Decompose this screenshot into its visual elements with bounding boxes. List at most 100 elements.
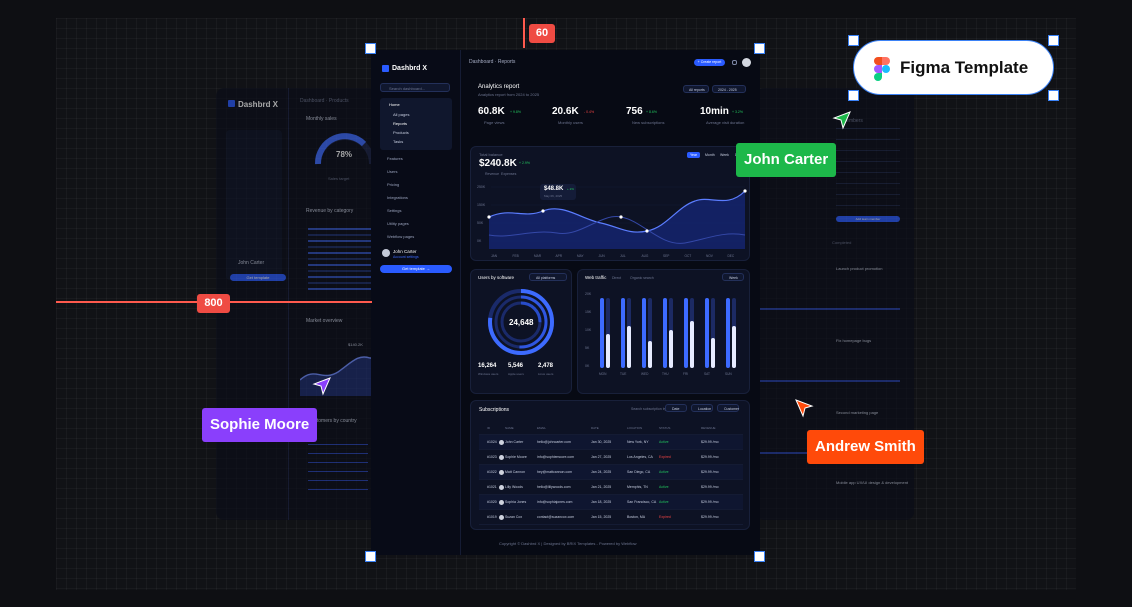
traffic-column[interactable] [600,292,611,368]
table-cell: $29.99 /mo [701,485,719,489]
traffic-legend-direct: Direct [612,276,622,280]
traffic-y-tick: 15K [585,310,592,314]
traffic-y-tick: 20K [585,292,592,296]
vertical-measure-tag: 60 [529,24,555,43]
pill-handle-bl[interactable] [848,90,859,101]
selection-handle-tr[interactable] [754,43,765,54]
john-cursor-icon [832,111,851,130]
subscription-filter-1[interactable]: Location [691,404,713,412]
left-get-template-button[interactable]: Get template [230,274,286,281]
sidebar-sub-reports[interactable]: Reports [393,121,407,126]
traffic-day-label: MON [599,372,607,376]
table-cell: $29.99 /mo [701,470,719,474]
traffic-bar-organic-fill [711,337,715,368]
filter-date-dropdown[interactable]: 2024 - 2025 [712,85,746,93]
software-filter-dropdown[interactable]: All platforms [529,273,567,281]
create-report-button[interactable]: + Create report [694,59,725,66]
traffic-column[interactable] [642,292,653,368]
tooltip-delta: + 2% [567,187,574,191]
sidebar-sub-all-pages[interactable]: All pages [393,112,409,117]
table-cell[interactable]: hello@lillywoods.com [537,485,571,489]
month-label: FEB [513,254,519,258]
subscription-filter-2[interactable]: Customer [717,404,739,412]
sidebar-item-integrations[interactable]: Integrations [387,195,408,200]
table-cell: Lilly Woods [505,485,523,489]
sidebar-item-settings[interactable]: Settings [387,208,401,213]
subscriptions-card: Subscriptions Search subscription by Dat… [470,400,750,530]
sidebar-item-users[interactable]: Users [387,169,397,174]
header-avatar[interactable] [742,58,751,67]
sidebar-search-input[interactable]: Search dashboard... [380,83,450,92]
table-cell[interactable]: info@sophiemoore.com [537,455,574,459]
left-revenue-bars [308,228,378,292]
table-cell[interactable]: contact@suzancox.com [537,515,574,519]
right-add-member-button[interactable]: Add team member [836,216,900,222]
table-row[interactable]: #1019 Suzan Cox contact@suzancox.com Jan 15… [479,510,743,525]
table-cell: Jan 21, 2025 [591,485,612,489]
sidebar-sub-products[interactable]: Products [393,130,409,135]
table-row[interactable]: #1021 Lilly Woods hello@lillywoods.com Jan … [479,480,743,495]
traffic-column[interactable] [663,292,674,368]
table-cell[interactable]: hey@mattcannon.com [537,470,572,474]
balance-line-chart: 250K 150K 50K 0K JAN FEB MAR APR MAY JUN JUL AUG SEP… [477,185,747,258]
month-label: AUG [642,254,649,258]
sidebar-item-webflow[interactable]: Webflow pages [387,234,414,239]
data-point[interactable] [541,209,545,213]
table-header-cell: STATUS [659,426,671,430]
table-cell: Active [659,500,669,504]
data-point[interactable] [619,215,623,219]
kpi-delta: + 3.2% [732,110,743,114]
data-point[interactable] [743,189,747,193]
pill-handle-tl[interactable] [848,35,859,46]
period-tab[interactable]: Month [702,152,718,158]
table-cell[interactable]: info@sophiajones.com [537,500,572,504]
sidebar-item-pricing[interactable]: Pricing [387,182,399,187]
data-point[interactable] [487,215,491,219]
figma-template-pill[interactable]: Figma Template [853,40,1054,95]
table-row[interactable]: #1024 John Carter hello@johncarter.com Jan … [479,435,743,450]
pill-handle-tr[interactable] [1048,35,1059,46]
traffic-bar-direct[interactable] [705,298,709,368]
sidebar-item-features[interactable]: Features [387,156,403,161]
pill-handle-br[interactable] [1048,90,1059,101]
notification-icon[interactable] [732,60,737,65]
table-cell[interactable]: hello@johncarter.com [537,440,571,444]
period-tab[interactable]: Year [687,152,701,158]
selection-handle-tl[interactable] [365,43,376,54]
selection-handle-bl[interactable] [365,551,376,562]
tooltip-value: $48.8K [544,186,564,192]
sidebar-item-utility[interactable]: Utility pages [387,221,409,226]
sidebar-item-home[interactable]: Home [389,102,400,107]
figma-template-label: Figma Template [900,58,1029,77]
table-cell: New York, NY [627,440,649,444]
table-row[interactable]: #1020 Sophia Jones info@sophiajones.com Jan… [479,495,743,510]
traffic-column[interactable] [705,292,716,368]
software-stat-label: Windows users [478,372,499,376]
subscription-filter-0[interactable]: Date [665,404,687,412]
traffic-bar-direct[interactable] [726,298,730,368]
table-row[interactable]: #1022 Matt Cannon hey@mattcannon.com Jan 24… [479,465,743,480]
data-point[interactable] [645,229,649,233]
table-header-cell: LOCATION [627,426,643,430]
traffic-bar-direct[interactable] [600,298,604,368]
sidebar-sub-tasks[interactable]: Tasks [393,139,403,144]
table-header-cell: NAME [505,426,514,430]
selection-handle-br[interactable] [754,551,765,562]
traffic-bar-direct[interactable] [642,298,646,368]
traffic-column[interactable] [684,292,695,368]
sidebar-user-sub[interactable]: Account settings [393,255,419,259]
table-row[interactable]: #1023 Sophie Moore info@sophiemoore.com Jan… [479,450,743,465]
get-template-button[interactable]: Get template → [380,265,452,273]
traffic-column[interactable] [726,292,737,368]
traffic-filter-dropdown[interactable]: Week [722,273,744,281]
subscriptions-table: ID NAME EMAIL DATE LOCATION STATUS REVENUE #102… [471,421,751,529]
traffic-title: Web traffic [585,275,607,280]
table-cell: #1021 [487,485,497,489]
traffic-bar-direct[interactable] [663,298,667,368]
right-members-list [836,128,900,210]
traffic-bar-direct[interactable] [684,298,688,368]
period-tab[interactable]: Week [717,152,732,158]
traffic-bar-direct[interactable] [621,298,625,368]
traffic-column[interactable] [621,292,632,368]
filter-reports-dropdown[interactable]: All reports [683,85,709,93]
